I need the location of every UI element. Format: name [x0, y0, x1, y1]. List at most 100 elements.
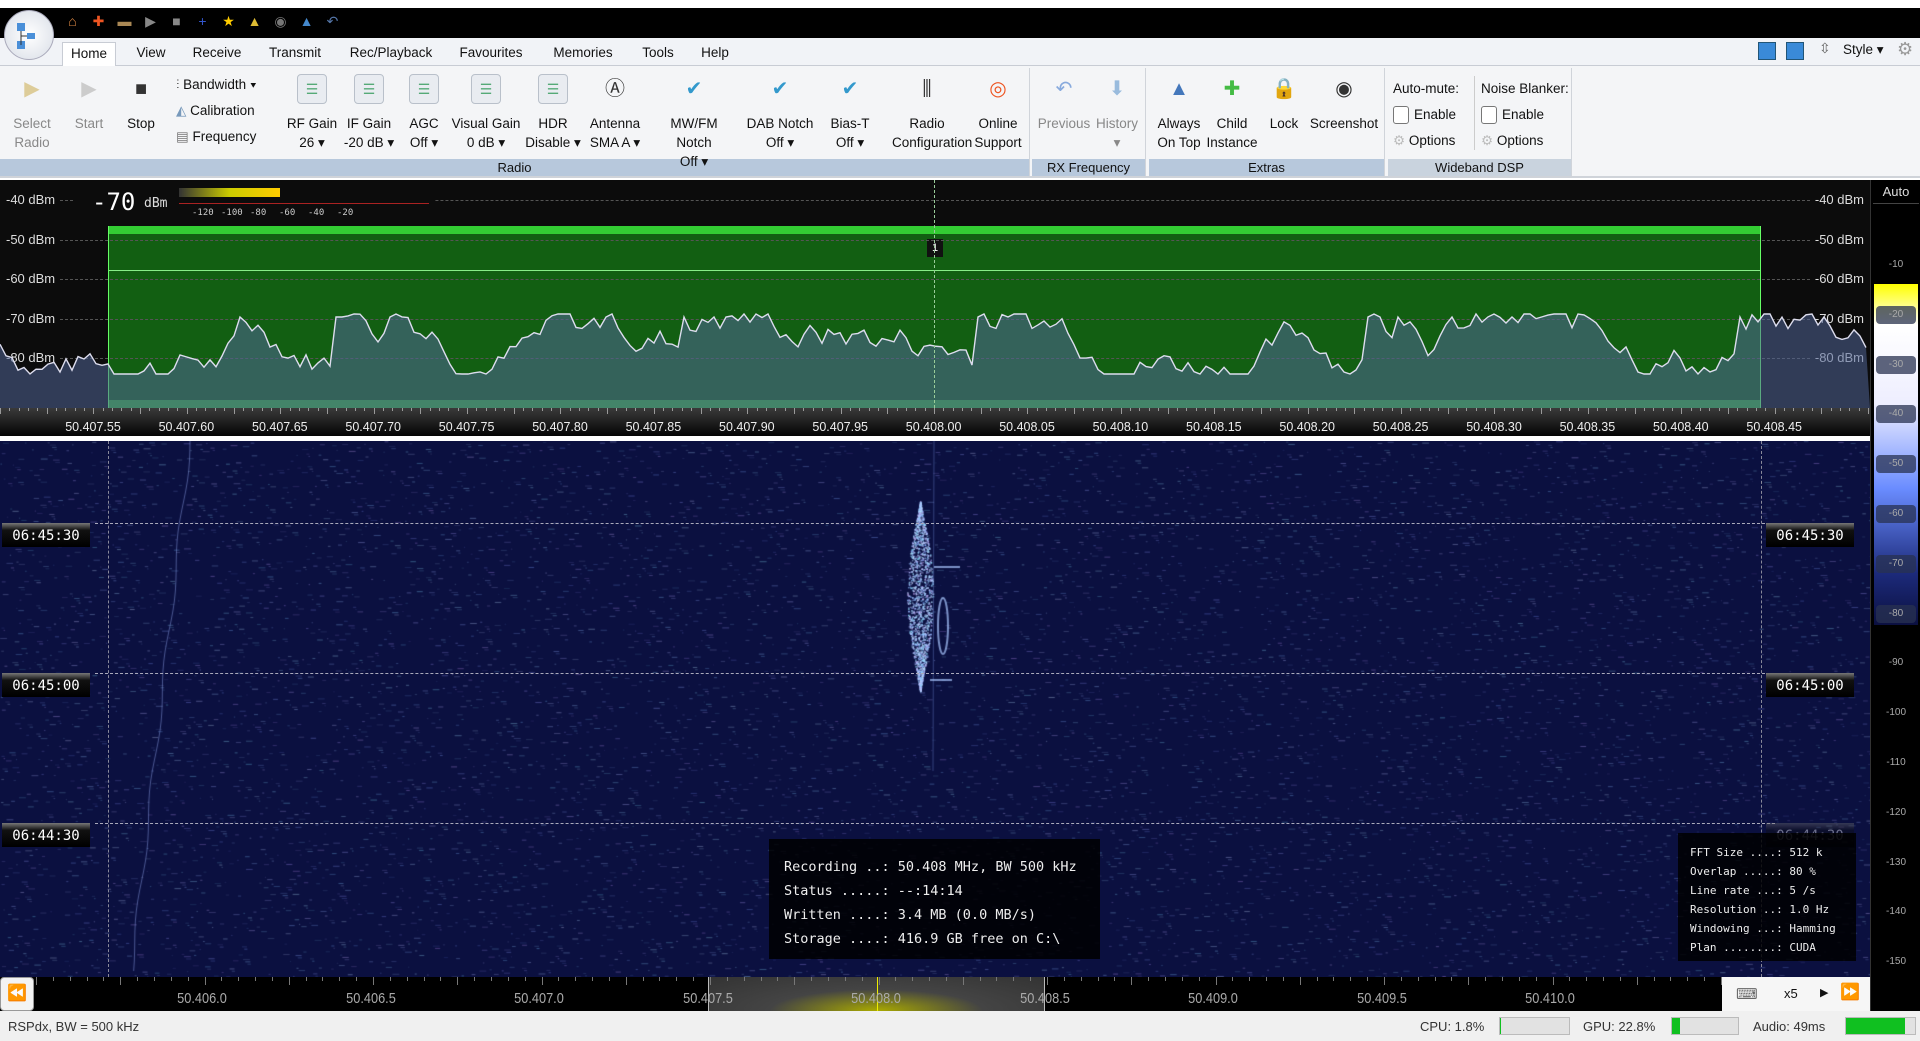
stop-button[interactable]: ■ Stop — [106, 74, 176, 133]
bandwidth-button[interactable]: ⫶ Bandwidth ▾ — [176, 72, 257, 98]
keyboard-icon[interactable]: ⌨ — [1736, 985, 1758, 1003]
cpu-meter — [1499, 1017, 1570, 1035]
dropdown-arrow-icon[interactable]: ▾ — [698, 154, 708, 169]
monitor-icon[interactable] — [1786, 42, 1804, 60]
mwfm-notch-dropdown[interactable]: Off ▾ — [659, 152, 729, 171]
history-dropdown[interactable]: ▾ — [1082, 133, 1152, 152]
colorbar-level-button[interactable]: -60 — [1876, 505, 1916, 523]
tab-favourites[interactable]: Favourites — [451, 42, 530, 66]
time-label-left: 06:45:30 — [2, 523, 90, 547]
tab-memories[interactable]: Memories — [545, 42, 620, 66]
dropdown-arrow-icon[interactable]: ▾ — [428, 135, 438, 150]
tab-transmit[interactable]: Transmit — [261, 42, 329, 66]
checkbox-box[interactable] — [1481, 106, 1497, 125]
gear-icon[interactable]: ⚙ — [1897, 39, 1913, 60]
colorbar-level-button[interactable]: -40 — [1876, 405, 1916, 424]
dropdown-arrow-icon[interactable]: ▾ — [854, 135, 864, 150]
arrows-updown-icon[interactable]: ⇳ — [1819, 40, 1831, 57]
dab-notch-button[interactable]: ✔ DAB Notch Off ▾ — [745, 74, 815, 152]
calibration-button[interactable]: ◭ Calibration — [176, 98, 257, 124]
agc-button[interactable]: ☰ AGC Off ▾ — [389, 74, 459, 152]
mwfm-notch-button[interactable]: ✔ MW/FM Notch Off ▾ — [659, 74, 729, 171]
fft-info-line: Plan ........: CUDA — [1690, 941, 1816, 954]
colorbar-level-button[interactable]: -30 — [1876, 355, 1916, 374]
axis-tick — [1699, 408, 1701, 411]
tab-recplayback[interactable]: Rec/Playback — [342, 42, 441, 66]
dropdown-arrow-icon[interactable]: ▾ — [784, 135, 794, 150]
dropdown-arrow-icon[interactable]: ▾ — [314, 135, 325, 150]
lock-icon[interactable]: ▲ — [246, 13, 263, 30]
auto-mute-enable-checkbox[interactable]: Enable — [1393, 102, 1459, 128]
tab-view[interactable]: View — [128, 42, 173, 66]
tab-home[interactable]: Home — [61, 42, 117, 66]
tab-help[interactable]: Help — [693, 42, 737, 66]
axis-tick — [999, 408, 1001, 411]
axis-tick — [1765, 408, 1767, 411]
visual-gain-button[interactable]: ☰ Visual Gain 0 dB ▾ — [451, 74, 521, 152]
stop-icon[interactable]: ■ — [168, 13, 185, 30]
colorbar-level-button[interactable]: -20 — [1876, 305, 1916, 324]
lifebuoy-icon[interactable]: ✚ — [90, 13, 107, 30]
overview-tick — [103, 977, 105, 981]
visual-gain-dropdown[interactable]: 0 dB ▾ — [451, 133, 521, 152]
colorbar-level-button[interactable]: -50 — [1876, 455, 1916, 474]
colorbar-level-button[interactable]: -70 — [1876, 554, 1916, 573]
checkbox-box[interactable] — [1393, 106, 1409, 125]
frequency-button[interactable]: ▤ Frequency — [176, 124, 257, 150]
screenshot-button[interactable]: ◉ Screenshot — [1309, 74, 1379, 133]
dropdown-arrow-icon[interactable]: ▾ — [1114, 135, 1121, 150]
antenna-dropdown[interactable]: SMA A ▾ — [580, 133, 650, 152]
agc-dropdown[interactable]: Off ▾ — [389, 133, 459, 152]
colorbar-panel[interactable]: Auto -10 -20 -30 -40 -50 -60 -70 -80 -90 -100 -110… — [1870, 180, 1920, 1011]
overview-frequency-bar[interactable]: ⏪ ⌨ x5 ▶ ⏩ 50.406.0 50.406.5 50.407.0 50.40… — [0, 977, 1870, 1011]
axis-tick — [1755, 408, 1757, 411]
overview-tick — [1485, 977, 1487, 981]
axis-tick — [1036, 408, 1038, 411]
overview-tick — [255, 977, 257, 981]
pin-icon[interactable]: ▲ — [298, 13, 315, 30]
colorbar-level-button[interactable]: -80 — [1876, 604, 1916, 623]
camera-icon[interactable]: ◉ — [272, 13, 289, 30]
bias-t-button[interactable]: ✔ Bias-T Off ▾ — [815, 74, 885, 152]
bias-t-dropdown[interactable]: Off ▾ — [815, 133, 885, 152]
history-button[interactable]: ⬇ History ▾ — [1082, 74, 1152, 152]
hdr-dropdown[interactable]: Disable ▾ — [518, 133, 588, 152]
spectrum-display[interactable]: 1 -40 dBm -40 dBm -50 dBm -50 dBm -60 dBm -60… — [0, 180, 1870, 408]
auto-button[interactable]: Auto — [1873, 180, 1919, 204]
waterfall-display[interactable]: 06:45:30 06:45:30 06:45:00 06:45:00 06:44:30… — [0, 441, 1870, 977]
online-support-button[interactable]: ◎ Online Support — [963, 74, 1033, 152]
overview-tick — [1670, 977, 1672, 981]
style-dropdown[interactable]: Style ▾ — [1843, 42, 1884, 58]
app-menu-button[interactable] — [4, 10, 54, 60]
play-arrow-icon[interactable]: ▶ — [1820, 986, 1828, 999]
monitor-icon[interactable] — [1758, 42, 1776, 60]
recording-info-panel: Recording ..: 50.408 MHz, BW 500 kHz Stat… — [769, 839, 1100, 959]
noise-blanker-enable-checkbox[interactable]: Enable — [1481, 102, 1569, 128]
auto-mute-options-button[interactable]: ⚙ Options — [1393, 128, 1459, 154]
frequency-axis[interactable]: 50.407.55 50.407.60 50.407.65 50.407.70 50.4… — [0, 408, 1870, 438]
stop-circle-icon: ■ — [134, 77, 148, 100]
noise-blanker-options-button[interactable]: ⚙ Options — [1481, 128, 1569, 154]
dab-notch-dropdown[interactable]: Off ▾ — [745, 133, 815, 152]
home-icon[interactable]: ⌂ — [64, 13, 81, 30]
zoom-factor[interactable]: x5 — [1784, 986, 1798, 1001]
play-icon[interactable]: ▶ — [142, 13, 159, 30]
axis-tick — [1737, 408, 1739, 411]
tab-tools[interactable]: Tools — [634, 42, 682, 66]
axis-tick — [1746, 408, 1748, 411]
tab-receive[interactable]: Receive — [185, 42, 250, 66]
radio-configuration-button[interactable]: ⫼ Radio Configuration — [892, 74, 972, 152]
undo-icon[interactable]: ↶ — [324, 13, 341, 30]
folder-icon[interactable]: ▬ — [116, 13, 133, 30]
scroll-left-button[interactable]: ⏪ — [0, 977, 34, 1011]
star-icon[interactable]: ★ — [220, 13, 237, 30]
scroll-right-button[interactable]: ⏩ — [1840, 982, 1860, 1002]
overview-tick — [592, 977, 594, 981]
antenna-button[interactable]: Ⓐ Antenna SMA A ▾ — [580, 74, 650, 152]
dropdown-arrow-icon[interactable]: ▾ — [630, 135, 640, 150]
axis-tick — [1681, 408, 1683, 414]
dropdown-arrow-icon[interactable]: ▾ — [495, 135, 505, 150]
plus-icon[interactable]: + — [194, 13, 211, 30]
hdr-button[interactable]: ☰ HDR Disable ▾ — [518, 74, 588, 152]
recording-info-line: Recording ..: 50.408 MHz, BW 500 kHz — [784, 859, 1077, 875]
